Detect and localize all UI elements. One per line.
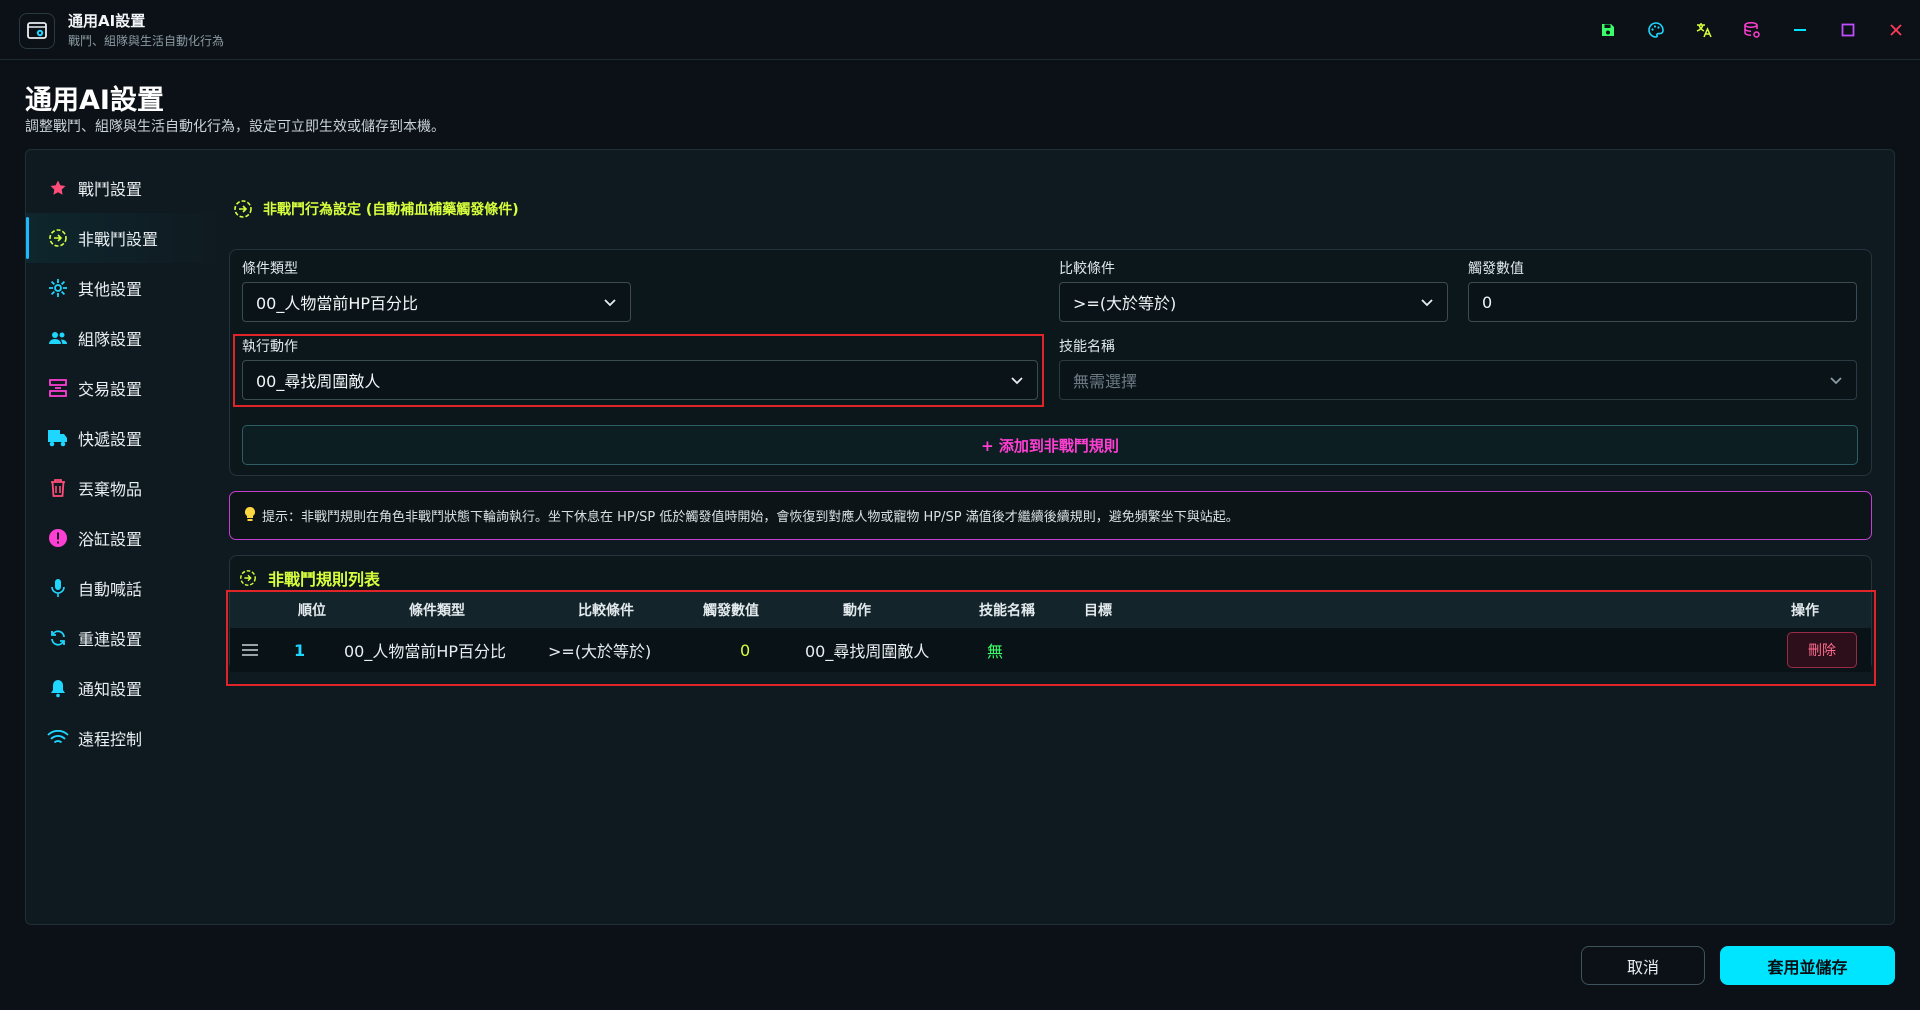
sidebar-item-remote[interactable]: 遠程控制 xyxy=(26,713,226,763)
chevron-down-icon xyxy=(602,294,618,314)
sidebar-item-label: 組隊設置 xyxy=(78,330,143,349)
gear-burst-icon xyxy=(47,277,69,299)
sidebar-item-label: 非戰鬥設置 xyxy=(78,230,159,249)
skill-label: 技能名稱 xyxy=(1059,339,1115,355)
chevron-down-icon xyxy=(1828,372,1844,392)
sidebar-item-label: 交易設置 xyxy=(78,380,143,399)
compare-label: 比較條件 xyxy=(1059,261,1115,277)
window-subtitle: 戰鬥、組隊與生活自動化行為 xyxy=(68,34,225,48)
action-label: 執行動作 xyxy=(242,339,298,355)
hint-text: 提示：非戰鬥規則在角色非戰鬥狀態下輪詢執行。坐下休息在 HP/SP 低於觸發值時… xyxy=(262,510,1239,525)
sidebar-item-team[interactable]: 組隊設置 xyxy=(26,313,226,363)
save-icon[interactable] xyxy=(1584,0,1632,60)
truck-icon xyxy=(47,427,69,449)
maximize-icon[interactable] xyxy=(1824,0,1872,60)
sidebar-item-notification[interactable]: 通知設置 xyxy=(26,663,226,713)
app-icon xyxy=(19,13,55,49)
page-description: 調整戰鬥、組隊與生活自動化行為，設定可立即生效或儲存到本機。 xyxy=(25,119,445,135)
page-title: 通用AI設置 xyxy=(25,85,164,116)
sidebar-item-label: 浴缸設置 xyxy=(78,530,143,549)
wifi-icon xyxy=(47,727,69,749)
sidebar-item-delivery[interactable]: 快遞設置 xyxy=(26,413,226,463)
mic-icon xyxy=(47,577,69,599)
trigger-input[interactable]: 0 xyxy=(1468,282,1857,322)
sidebar-item-combat[interactable]: 戰鬥設置 xyxy=(26,163,226,213)
sidebar-item-label: 重連設置 xyxy=(78,630,143,649)
close-icon[interactable] xyxy=(1872,0,1920,60)
translate-icon[interactable] xyxy=(1680,0,1728,60)
compare-value: >=(大於等於) xyxy=(1073,294,1177,313)
compare-select[interactable]: >=(大於等於) xyxy=(1059,282,1448,322)
sidebar-item-label: 遠程控制 xyxy=(78,730,143,749)
sidebar-item-label: 自動喊話 xyxy=(78,580,143,599)
sidebar-item-label: 其他設置 xyxy=(78,280,143,299)
bell-icon xyxy=(47,677,69,699)
trash-icon xyxy=(47,477,69,499)
exchange-icon xyxy=(47,377,69,399)
alert-icon xyxy=(47,527,69,549)
rule-form: 條件類型 00_人物當前HP百分比 比較條件 >=(大於等於) 觸發數值 0 執… xyxy=(229,249,1872,476)
star-icon xyxy=(47,177,69,199)
window-title: 通用AI設置 xyxy=(68,12,146,30)
cancel-button[interactable]: 取消 xyxy=(1581,946,1705,985)
sidebar-item-auto-shout[interactable]: 自動喊話 xyxy=(26,563,226,613)
sidebar-item-trade[interactable]: 交易設置 xyxy=(26,363,226,413)
add-rule-button[interactable]: + 添加到非戰鬥規則 xyxy=(242,425,1858,465)
sidebar-item-non-combat[interactable]: 非戰鬥設置 xyxy=(26,213,226,263)
sidebar-item-discard[interactable]: 丟棄物品 xyxy=(26,463,226,513)
sidebar-item-other[interactable]: 其他設置 xyxy=(26,263,226,313)
lightbulb-icon xyxy=(244,506,256,526)
group-icon xyxy=(47,327,69,349)
rules-list-title-text: 非戰鬥規則列表 xyxy=(268,570,381,589)
refresh-icon xyxy=(47,627,69,649)
hint-box: 提示：非戰鬥規則在角色非戰鬥狀態下輪詢執行。坐下休息在 HP/SP 低於觸發值時… xyxy=(229,491,1872,540)
chevron-down-icon xyxy=(1009,372,1025,392)
skill-select[interactable]: 無需選擇 xyxy=(1059,360,1857,400)
condition-type-select[interactable]: 00_人物當前HP百分比 xyxy=(242,282,631,322)
chevron-down-icon xyxy=(1419,294,1435,314)
section-title: 非戰鬥行為設定 (自動補血補藥觸發條件) xyxy=(233,199,519,219)
sidebar-item-reconnect[interactable]: 重連設置 xyxy=(26,613,226,663)
sidebar-item-label: 通知設置 xyxy=(78,680,143,699)
sidebar-item-bathtub[interactable]: 浴缸設置 xyxy=(26,513,226,563)
condition-type-value: 00_人物當前HP百分比 xyxy=(256,294,419,313)
skill-placeholder: 無需選擇 xyxy=(1073,372,1138,391)
settings-panel: 戰鬥設置 非戰鬥設置 其他設置 組隊設置 交易設置 快遞設置 丟棄物品 浴缸設置… xyxy=(25,149,1895,925)
circle-arrow-icon xyxy=(233,199,253,219)
palette-icon[interactable] xyxy=(1632,0,1680,60)
sidebar: 戰鬥設置 非戰鬥設置 其他設置 組隊設置 交易設置 快遞設置 丟棄物品 浴缸設置… xyxy=(26,163,226,763)
database-settings-icon[interactable] xyxy=(1728,0,1776,60)
trigger-value: 0 xyxy=(1482,292,1493,312)
sidebar-item-label: 快遞設置 xyxy=(78,430,143,449)
circle-arrow-icon xyxy=(47,227,69,249)
apply-save-button[interactable]: 套用並儲存 xyxy=(1720,946,1895,985)
action-select[interactable]: 00_尋找周圍敵人 xyxy=(242,360,1038,400)
minimize-icon[interactable] xyxy=(1776,0,1824,60)
section-title-text: 非戰鬥行為設定 (自動補血補藥觸發條件) xyxy=(263,202,519,218)
trigger-label: 觸發數值 xyxy=(1468,261,1524,277)
action-value: 00_尋找周圍敵人 xyxy=(256,372,381,391)
sidebar-item-label: 戰鬥設置 xyxy=(78,180,143,199)
title-bar: 通用AI設置 戰鬥、組隊與生活自動化行為 xyxy=(0,0,1920,60)
rules-list-title: 非戰鬥規則列表 xyxy=(239,566,380,590)
highlight-box xyxy=(226,590,1876,686)
circle-arrow-icon xyxy=(239,569,257,587)
condition-type-label: 條件類型 xyxy=(242,261,298,277)
sidebar-item-label: 丟棄物品 xyxy=(78,480,143,499)
